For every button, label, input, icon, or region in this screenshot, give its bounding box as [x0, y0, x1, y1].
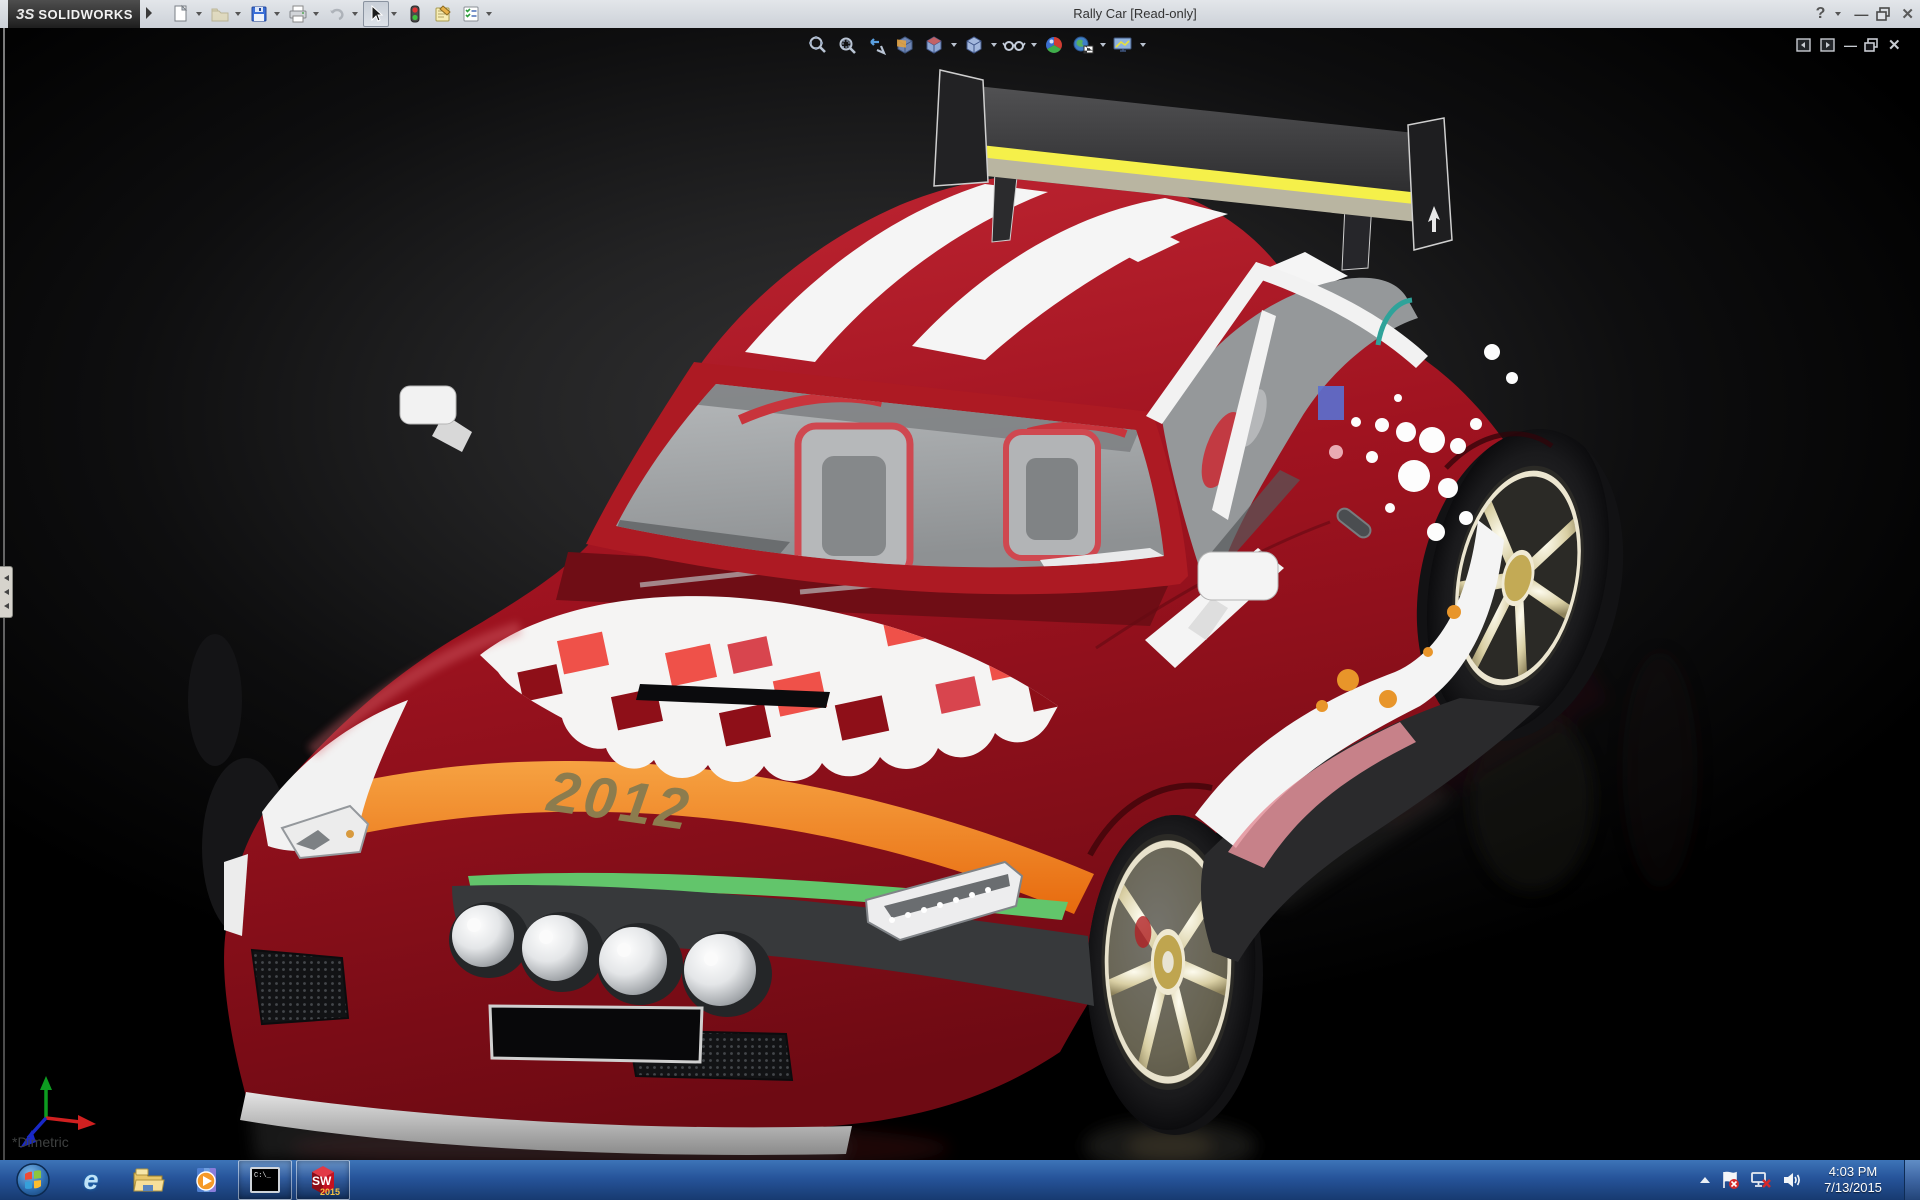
undo-icon: [327, 4, 347, 24]
windows-start-orb-icon: [15, 1162, 51, 1198]
taskbar-item-file-explorer[interactable]: [122, 1160, 176, 1200]
rebuild-button[interactable]: [402, 1, 428, 27]
window-controls: ? ― ✕: [1816, 0, 1914, 27]
dropdown-caret-icon[interactable]: [313, 12, 319, 16]
rally-car-model[interactable]: 2012: [0, 28, 1920, 1160]
select-button[interactable]: [363, 1, 389, 27]
solidworks-logo[interactable]: 3S SOLIDWORKS: [8, 0, 140, 28]
taskbar-item-internet-explorer[interactable]: e: [64, 1160, 118, 1200]
dropdown-caret-icon[interactable]: [352, 12, 358, 16]
restore-button[interactable]: [1876, 7, 1891, 21]
screen: 3S SOLIDWORKS: [0, 0, 1920, 1200]
file-properties-icon: [433, 4, 453, 24]
window-title: Rally Car [Read-only]: [1020, 0, 1250, 27]
open-icon: [210, 4, 230, 24]
command-prompt-icon: C:\_: [249, 1166, 281, 1194]
start-button[interactable]: [6, 1160, 60, 1200]
solidworks-logo-mark: 3S: [16, 6, 34, 23]
save-icon: [249, 4, 269, 24]
menu-expand-arrow-icon[interactable]: [146, 7, 152, 19]
help-button[interactable]: ?: [1816, 5, 1826, 23]
new-document-button[interactable]: [168, 1, 194, 27]
open-button[interactable]: [207, 1, 233, 27]
action-center-icon[interactable]: [1720, 1170, 1740, 1190]
volume-icon[interactable]: [1782, 1170, 1802, 1190]
close-button[interactable]: ✕: [1901, 5, 1914, 23]
dropdown-caret-icon[interactable]: [391, 12, 397, 16]
solidworks-2015-icon: SW 2015: [306, 1163, 340, 1197]
tray-clock[interactable]: 4:03 PM 7/13/2015: [1812, 1164, 1894, 1196]
tray-date: 7/13/2015: [1812, 1180, 1894, 1196]
taskbar-item-command-prompt[interactable]: C:\_: [238, 1160, 292, 1200]
tray-time: 4:03 PM: [1812, 1164, 1894, 1180]
taskbar-item-media-player[interactable]: [180, 1160, 234, 1200]
view-orientation-label: *Dimetric: [12, 1134, 69, 1150]
internet-explorer-icon: e: [83, 1165, 98, 1196]
print-button[interactable]: [285, 1, 311, 27]
system-tray: 4:03 PM 7/13/2015: [1700, 1160, 1920, 1200]
show-desktop-button[interactable]: [1904, 1160, 1920, 1200]
minimize-button[interactable]: ―: [1854, 6, 1866, 22]
sw-letters: SW: [312, 1174, 332, 1188]
taskbar: e C:\_: [0, 1160, 1920, 1200]
dropdown-caret-icon[interactable]: [274, 12, 280, 16]
rebuild-traffic-light-icon: [405, 4, 425, 24]
sw-year: 2015: [320, 1187, 340, 1197]
bumper-vent-left: [252, 950, 348, 1024]
taskbar-item-solidworks-2015[interactable]: SW 2015: [296, 1160, 350, 1200]
undo-button[interactable]: [324, 1, 350, 27]
file-explorer-icon: [132, 1165, 166, 1195]
media-player-icon: [191, 1164, 223, 1196]
solidworks-logo-text: SOLIDWORKS: [38, 7, 133, 22]
dropdown-caret-icon[interactable]: [486, 12, 492, 16]
license-plate[interactable]: [490, 1006, 702, 1062]
options-icon: [461, 4, 481, 24]
help-caret-icon[interactable]: [1835, 12, 1841, 16]
dropdown-caret-icon[interactable]: [196, 12, 202, 16]
new-document-icon: [171, 4, 191, 24]
command-prompt-text: C:\_: [254, 1172, 272, 1180]
dropdown-caret-icon[interactable]: [235, 12, 241, 16]
file-properties-button[interactable]: [430, 1, 456, 27]
main-toolbar: [168, 2, 495, 26]
show-hidden-icons-button[interactable]: [1700, 1177, 1710, 1183]
options-button[interactable]: [458, 1, 484, 27]
left-mirror[interactable]: [400, 386, 472, 452]
select-cursor-icon: [366, 4, 386, 24]
save-button[interactable]: [246, 1, 272, 27]
print-icon: [288, 4, 308, 24]
network-status-icon[interactable]: [1750, 1170, 1772, 1190]
titlebar: 3S SOLIDWORKS: [0, 0, 1920, 29]
graphics-viewport[interactable]: — ✕: [0, 28, 1920, 1160]
